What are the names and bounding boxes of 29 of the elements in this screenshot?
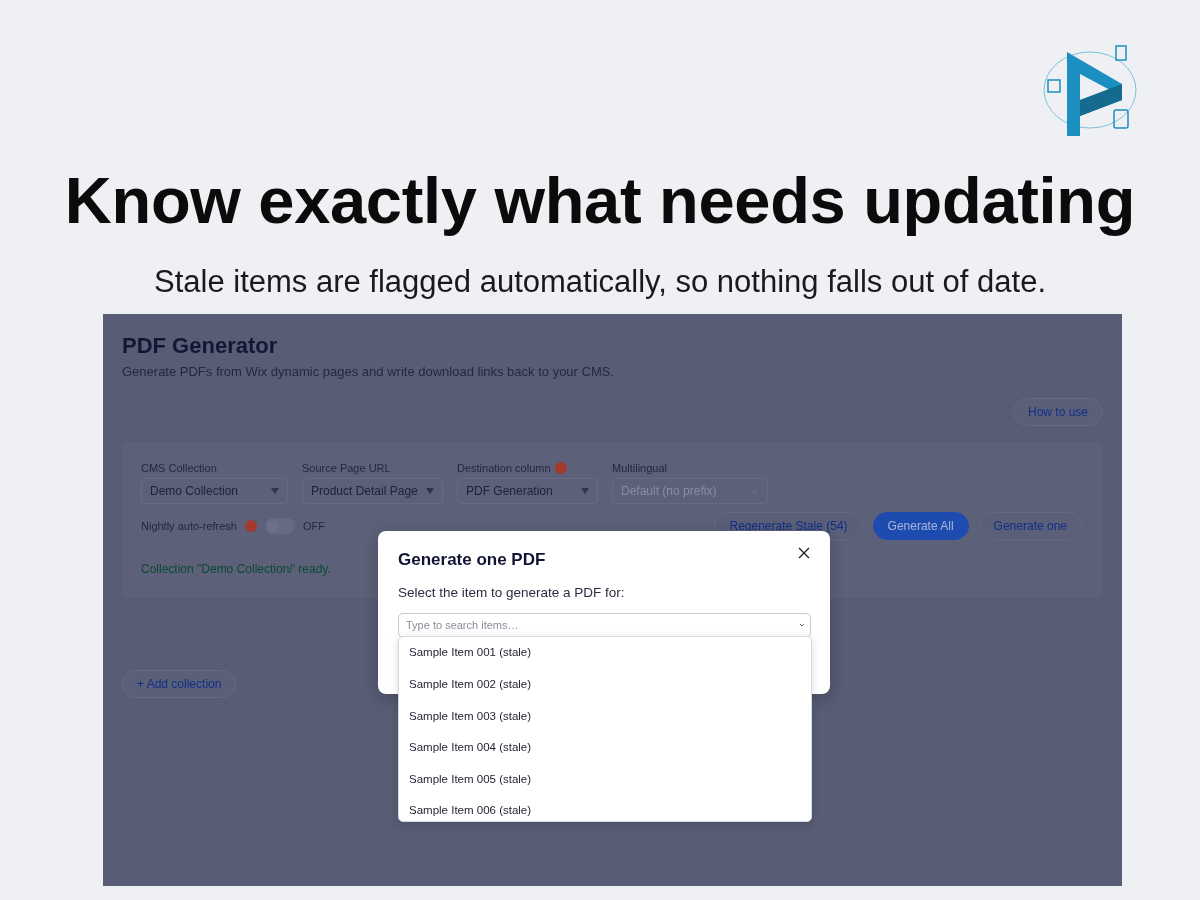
status-message: Collection "Demo Collection/' ready.: [141, 561, 331, 579]
add-collection-button[interactable]: + Add collection: [122, 670, 237, 699]
dropdown-option[interactable]: Sample Item 005 (stale): [399, 763, 811, 796]
dropdown[interactable]: Demo Collection: [141, 478, 288, 505]
action-button[interactable]: Generate All: [872, 512, 969, 541]
dropdown[interactable]: PDF Generation: [457, 478, 598, 505]
caret-icon: [426, 487, 434, 496]
dropdown-option[interactable]: Sample Item 002 (stale): [399, 668, 811, 701]
close-button[interactable]: [798, 547, 810, 560]
chevron-icon: [799, 622, 805, 627]
toggle-label: Nightly auto-refresh: [141, 519, 237, 535]
dropdown-option[interactable]: Sample Item 004 (stale): [399, 731, 811, 764]
dialog-prompt: Select the item to generate a PDF for:: [398, 583, 626, 602]
action-button[interactable]: Generate one: [978, 512, 1082, 541]
caret-icon: [581, 487, 589, 496]
subheadline: Stale items are flagged automatically, so nothing falls out of date.: [152, 263, 1048, 301]
dropdown-option[interactable]: Sample Item 003 (stale): [399, 700, 811, 732]
field-label: CMS Collection: [141, 460, 217, 476]
dropdown[interactable]: Product Detail Page: [302, 478, 443, 505]
field-label: Multilingual: [612, 460, 668, 476]
dropdown-option[interactable]: Sample Item 006 (stale): [399, 795, 811, 822]
help-button[interactable]: How to use: [1012, 397, 1103, 426]
caret-icon: [271, 487, 279, 496]
toggle-state: OFF: [303, 519, 325, 535]
close-icon: [798, 547, 810, 560]
page-title: PDF Generator: [122, 334, 279, 359]
dropdown-option[interactable]: Sample Item 001 (stale): [399, 637, 811, 669]
dialog-title: Generate one PDF: [398, 549, 546, 572]
field-label: Destination column: [457, 460, 551, 476]
